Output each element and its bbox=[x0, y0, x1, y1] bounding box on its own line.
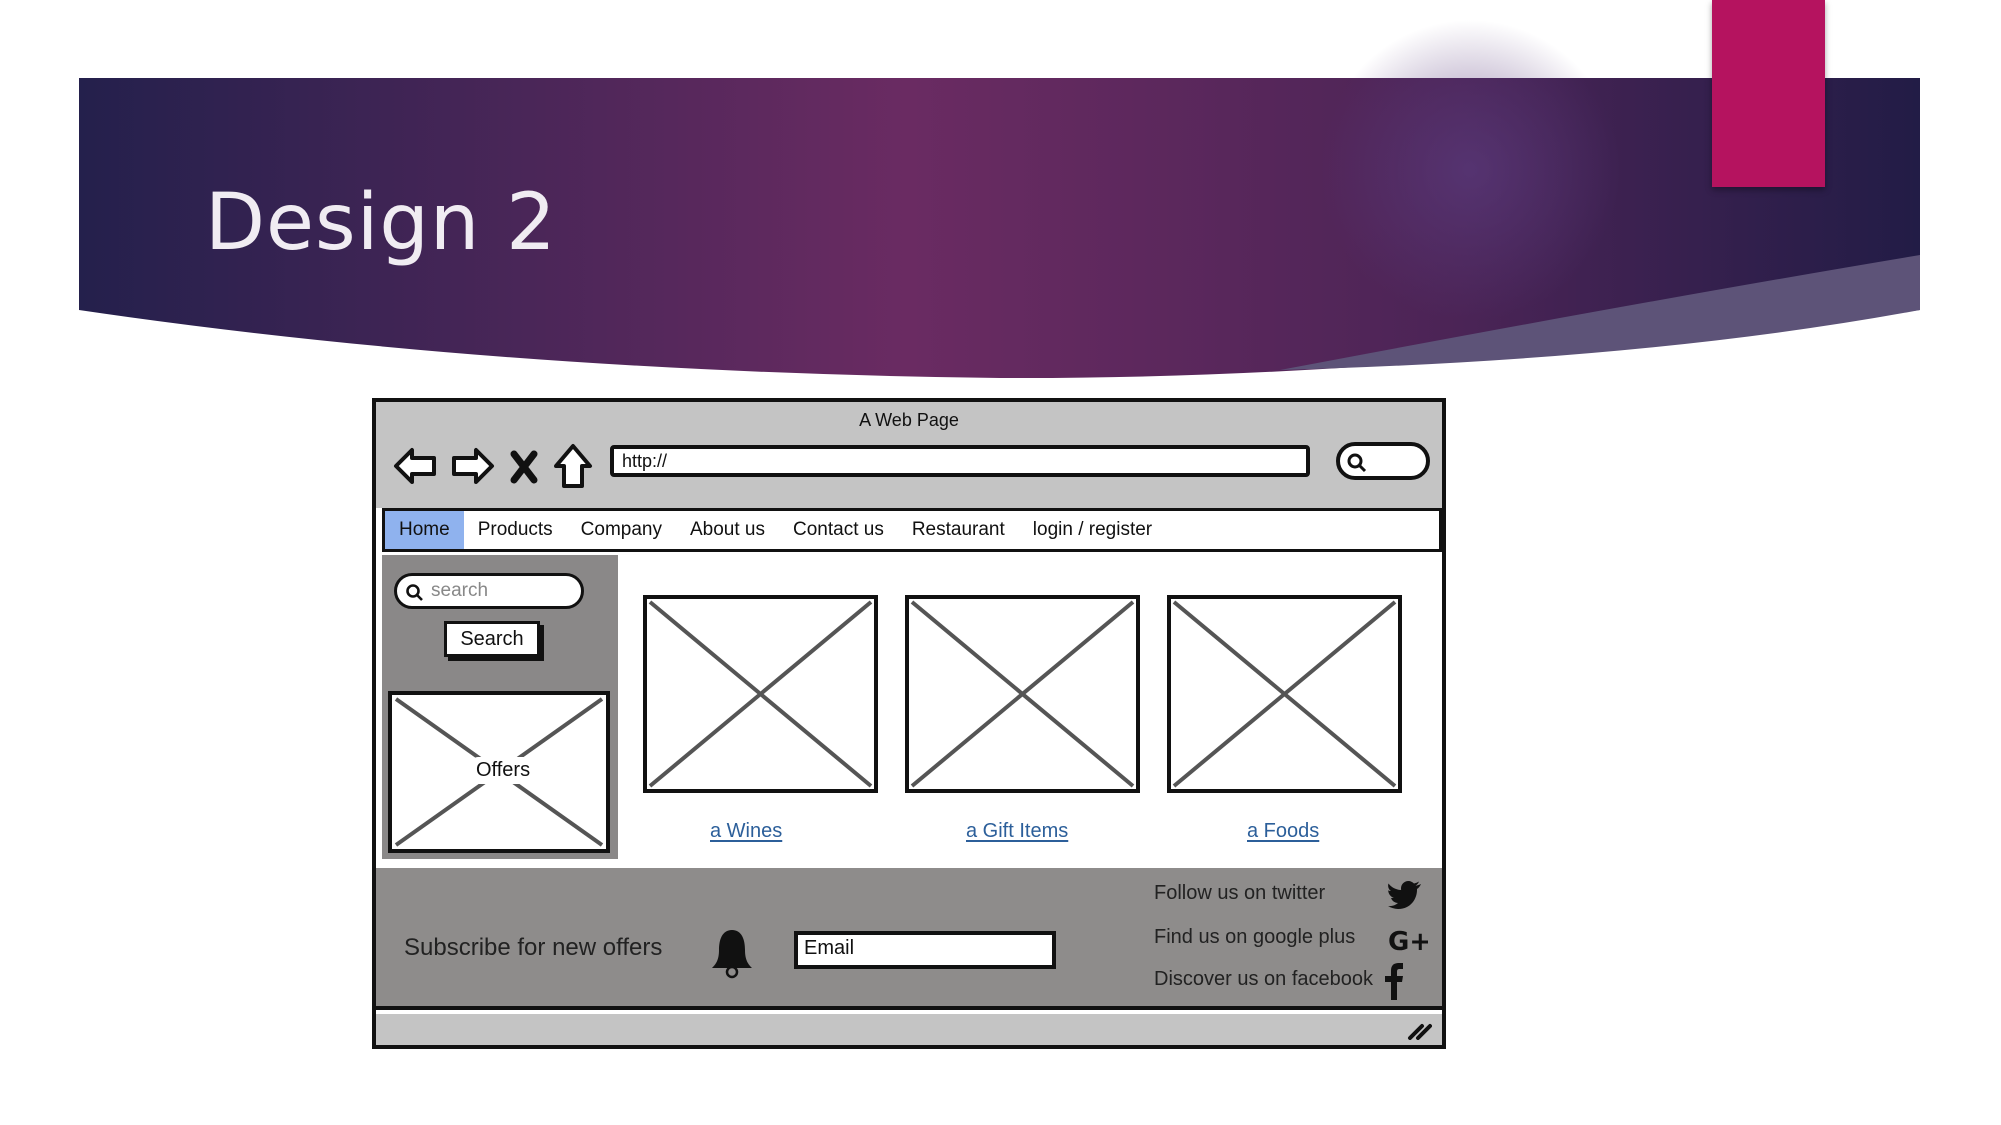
accent-rectangle bbox=[1712, 0, 1825, 187]
resize-handle-icon[interactable] bbox=[1406, 1020, 1432, 1040]
offers-label: Offers bbox=[472, 757, 535, 784]
sidebar-search-input[interactable]: search bbox=[394, 573, 584, 609]
twitter-icon[interactable] bbox=[1388, 880, 1422, 910]
link-foods[interactable]: a Foods bbox=[1247, 820, 1319, 843]
link-wines[interactable]: a Wines bbox=[710, 820, 782, 843]
nav-item-restaurant[interactable]: Restaurant bbox=[898, 511, 1019, 549]
link-gift-items[interactable]: a Gift Items bbox=[966, 820, 1068, 843]
product-image-wines[interactable] bbox=[643, 595, 878, 793]
search-icon bbox=[406, 584, 423, 601]
nav-item-company[interactable]: Company bbox=[567, 511, 676, 549]
product-image-foods[interactable] bbox=[1167, 595, 1402, 793]
back-arrow-icon[interactable] bbox=[392, 442, 440, 490]
search-button[interactable]: Search bbox=[444, 621, 540, 657]
offers-image-placeholder[interactable]: Offers bbox=[388, 691, 610, 853]
nav-item-products[interactable]: Products bbox=[464, 511, 567, 549]
browser-search-field[interactable] bbox=[1336, 442, 1430, 480]
slide-title: Design 2 bbox=[205, 178, 557, 268]
google-plus-icon[interactable]: G+ bbox=[1388, 926, 1428, 954]
search-placeholder: search bbox=[431, 580, 489, 601]
footer: Subscribe for new offers Email Follow us… bbox=[376, 868, 1442, 1010]
subscribe-text: Subscribe for new offers bbox=[404, 934, 663, 961]
sidebar: search Search Offers bbox=[382, 555, 618, 859]
forward-arrow-icon[interactable] bbox=[448, 442, 496, 490]
image-placeholder-cross bbox=[648, 600, 873, 788]
facebook-text[interactable]: Discover us on facebook bbox=[1154, 968, 1373, 991]
browser-toolbar: A Web Page http:// bbox=[376, 402, 1442, 508]
image-placeholder-cross bbox=[1172, 600, 1397, 788]
home-icon[interactable] bbox=[552, 442, 594, 490]
url-bar[interactable]: http:// bbox=[610, 445, 1310, 477]
nav-item-home[interactable]: Home bbox=[385, 511, 464, 549]
status-bar bbox=[376, 1014, 1442, 1045]
google-plus-text[interactable]: Find us on google plus bbox=[1154, 926, 1355, 949]
svg-text:G+: G+ bbox=[1388, 927, 1428, 954]
product-image-gift-items[interactable] bbox=[905, 595, 1140, 793]
email-field[interactable]: Email bbox=[794, 931, 1056, 969]
bell-icon bbox=[712, 930, 752, 979]
image-placeholder-cross bbox=[910, 600, 1135, 788]
nav-item-login-register[interactable]: login / register bbox=[1019, 511, 1166, 549]
facebook-icon[interactable] bbox=[1382, 962, 1406, 1000]
search-icon bbox=[1347, 453, 1367, 473]
nav-item-contact-us[interactable]: Contact us bbox=[779, 511, 898, 549]
site-nav-bar: Home Products Company About us Contact u… bbox=[382, 508, 1442, 552]
stop-x-icon[interactable] bbox=[506, 442, 542, 490]
twitter-text[interactable]: Follow us on twitter bbox=[1154, 882, 1325, 905]
wireframe-browser-window: A Web Page http:// Home Products Company… bbox=[372, 398, 1446, 1049]
window-title: A Web Page bbox=[859, 410, 959, 430]
nav-item-about-us[interactable]: About us bbox=[676, 511, 779, 549]
